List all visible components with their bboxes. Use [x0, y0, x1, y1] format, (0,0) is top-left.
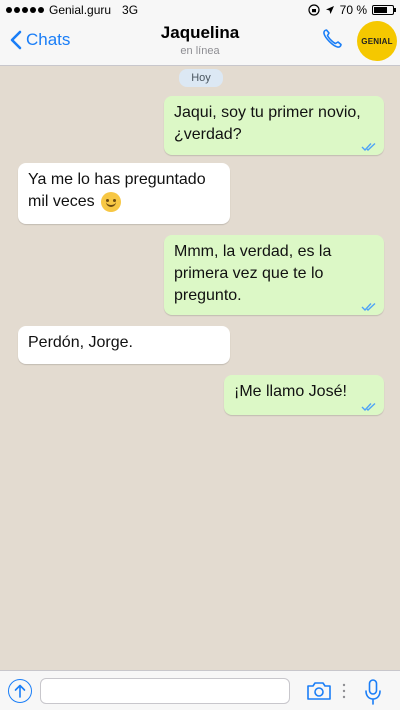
message-text: ¿verdad? [174, 126, 242, 143]
camera-icon [307, 682, 331, 700]
message-text: Mmm, la verdad, es la [174, 243, 332, 260]
arrow-up-icon [14, 684, 26, 698]
chat-area[interactable]: Hoy Jaqui, soy tu primer novio, ¿verdad?… [0, 66, 400, 670]
battery-fill [374, 7, 387, 13]
carrier-name: Genial.guru [49, 3, 112, 17]
message-text: Ya me lo has preguntado [28, 171, 206, 188]
more-options-icon [342, 683, 346, 699]
status-right: 70 % [308, 3, 396, 17]
status-left: Genial.guru 3G [6, 3, 138, 17]
message-text: mil veces [28, 193, 95, 210]
message-incoming[interactable]: Ya me lo has preguntado mil veces [18, 163, 230, 224]
message-text: ¡Me llamo José! [234, 383, 347, 400]
network-type: 3G [122, 3, 139, 17]
battery-percentage: 70 % [339, 3, 367, 17]
message-input-bar [0, 670, 400, 710]
read-receipt-icon [361, 302, 376, 311]
chat-header: Chats Jaquelina en línea GENIAL [0, 20, 400, 66]
message-text: Perdón, Jorge. [28, 334, 133, 351]
phone-icon [323, 29, 342, 48]
signal-strength-icon [6, 7, 44, 13]
chevron-left-icon [10, 30, 22, 50]
message-input[interactable] [40, 678, 290, 704]
attach-button[interactable] [8, 679, 32, 703]
contact-name: Jaquelina [160, 23, 240, 42]
read-receipt-icon [361, 142, 376, 151]
message-text: pregunto. [174, 287, 242, 304]
battery-icon [372, 5, 396, 15]
contact-status: en línea [180, 45, 220, 57]
camera-button[interactable] [306, 681, 332, 706]
back-to-chats-button[interactable]: Chats [10, 30, 70, 50]
back-label: Chats [26, 30, 71, 49]
message-incoming[interactable]: Perdón, Jorge. [18, 326, 230, 364]
lock-rotation-icon [308, 4, 320, 16]
message-text: primera vez que te lo [174, 265, 324, 282]
status-bar: Genial.guru 3G 70 % [0, 0, 400, 20]
call-button[interactable] [320, 27, 344, 56]
logo-text: GENIAL [361, 36, 393, 46]
message-outgoing[interactable]: ¡Me llamo José! [224, 375, 384, 415]
voice-message-button[interactable] [364, 679, 382, 710]
location-arrow-icon [325, 6, 334, 14]
date-separator: Hoy [179, 69, 223, 87]
date-label: Hoy [191, 72, 211, 84]
message-outgoing[interactable]: Jaqui, soy tu primer novio, ¿verdad? [164, 96, 384, 155]
smiling-face-emoji-icon [101, 191, 122, 212]
contact-info[interactable]: Jaquelina en línea [100, 23, 300, 57]
message-text: Jaqui, soy tu primer novio, [174, 104, 361, 121]
read-receipt-icon [361, 402, 376, 411]
message-outgoing[interactable]: Mmm, la verdad, es la primera vez que te… [164, 235, 384, 315]
microphone-icon [365, 679, 381, 705]
genial-logo: GENIAL [357, 21, 397, 61]
